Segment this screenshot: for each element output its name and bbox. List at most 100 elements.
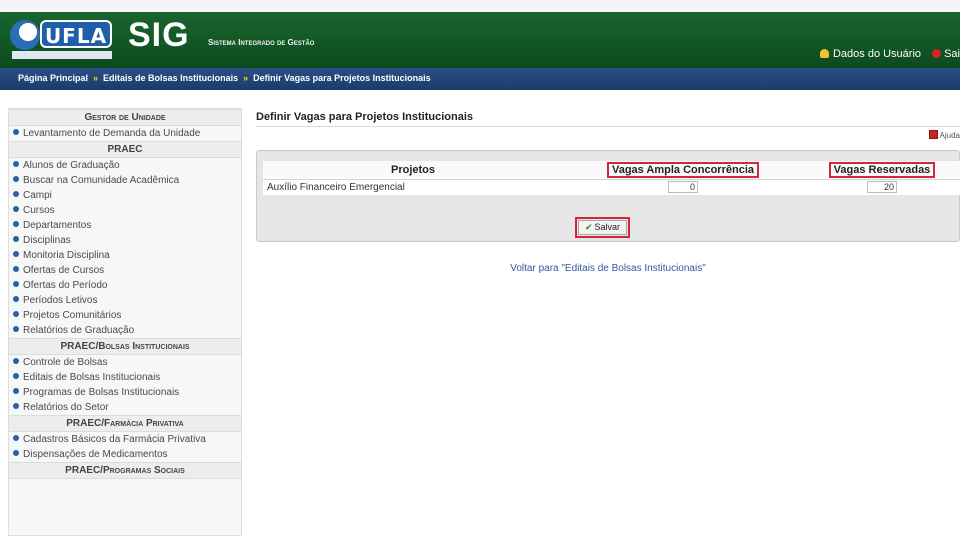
form-panel: Projetos Vagas Ampla Concorrência Vagas … [256,150,960,242]
sidebar-item-editais[interactable]: Editais de Bolsas Institucionais [9,370,241,385]
sidebar-item-label: Cursos [23,205,55,216]
sidebar-item-cadastros-farmacia[interactable]: Cadastros Básicos da Farmácia Privativa [9,432,241,447]
sidebar-item-label: Programas de Bolsas Institucionais [23,387,180,398]
sidebar-menu: Gestor de Unidade Levantamento de Demand… [8,108,242,536]
breadcrumb-current: Definir Vagas para Projetos Instituciona… [253,73,431,83]
sidebar-item-periodos[interactable]: Períodos Letivos [9,293,241,308]
bullet-icon [13,450,19,456]
sidebar-item-relatorios-setor[interactable]: Relatórios do Setor [9,400,241,415]
logo-subtitle-bar [12,51,112,59]
breadcrumb-home[interactable]: Página Principal [18,73,88,83]
col-header-projetos: Projetos [263,161,563,180]
sidebar-item-label: Períodos Letivos [23,295,98,306]
sidebar-item-relatorios-grad[interactable]: Relatórios de Graduação [9,323,241,338]
bullet-icon [13,373,19,379]
project-name-cell: Auxílio Financeiro Emergencial [267,181,405,193]
bullet-icon [13,326,19,332]
bullet-icon [13,129,19,135]
sidebar-item-controle-bolsas[interactable]: Controle de Bolsas [9,355,241,370]
user-links: Dados do Usuário Sai [812,48,960,60]
sidebar-heading-programas-sociais: PRAEC/Programas Sociais [9,462,241,479]
vagas-ampla-input[interactable]: 0 [668,181,698,194]
user-data-label: Dados do Usuário [832,48,922,60]
sidebar-item-buscar[interactable]: Buscar na Comunidade Acadêmica [9,173,241,188]
bullet-icon [13,221,19,227]
col-header-label: Projetos [390,163,435,176]
col-header-vagas-reservadas: Vagas Reservadas [803,161,960,180]
vagas-reservadas-cell: 20 [803,179,960,195]
sidebar-item-label: Relatórios do Setor [23,402,109,413]
bullet-icon [13,388,19,394]
sidebar-item-alunos[interactable]: Alunos de Graduação [9,158,241,173]
main-content: Definir Vagas para Projetos Instituciona… [256,108,960,536]
bullet-icon [13,358,19,364]
vagas-reservadas-input[interactable]: 20 [867,181,897,194]
save-button-highlight: ✔ Salvar [575,217,631,238]
breadcrumb-editais[interactable]: Editais de Bolsas Institucionais [103,73,238,83]
bullet-icon [13,435,19,441]
breadcrumb: Página Principal » Editais de Bolsas Insti… [0,68,960,90]
sidebar-item-campi[interactable]: Campi [9,188,241,203]
bullet-icon [13,251,19,257]
col-header-vagas-ampla: Vagas Ampla Concorrência [563,161,803,180]
sidebar-item-label: Buscar na Comunidade Acadêmica [23,175,180,186]
help-label: Ajuda [939,131,960,140]
sidebar-item-label: Dispensações de Medicamentos [23,449,168,460]
sidebar-item-label: Cadastros Básicos da Farmácia Privativa [23,434,206,445]
sidebar-item-label: Editais de Bolsas Institucionais [23,372,161,383]
save-button[interactable]: ✔ Salvar [578,220,628,235]
table-row: Auxílio Financeiro Emergencial 0 20 [263,179,960,195]
sidebar-item-label: Disciplinas [23,235,71,246]
title-divider [256,126,960,127]
bullet-icon [13,311,19,317]
bullet-icon [13,403,19,409]
vagas-ampla-cell: 0 [563,179,803,195]
bullet-icon [13,161,19,167]
ufla-logo[interactable]: UFLA [10,18,120,62]
sidebar-item-departamentos[interactable]: Departamentos [9,218,241,233]
app-subtitle: Sistema Integrado de Gestão [208,38,315,47]
bullet-icon [13,191,19,197]
sidebar-item-label: Projetos Comunitários [23,310,122,321]
page-title: Definir Vagas para Projetos Instituciona… [256,111,474,123]
sidebar-item-label: Ofertas de Cursos [23,265,105,276]
app-header: UFLA SIG Sistema Integrado de Gestão Dad… [0,0,960,68]
sidebar-heading-bolsas: PRAEC/Bolsas Institucionais [9,338,241,355]
bullet-icon [13,281,19,287]
bullet-icon [13,176,19,182]
sidebar-item-label: Controle de Bolsas [23,357,108,368]
sidebar-heading-farmacia: PRAEC/Farmácia Privativa [9,415,241,432]
sidebar-item-monitoria[interactable]: Monitoria Disciplina [9,248,241,263]
logo-swoosh-icon [10,20,40,50]
check-icon: ✔ [585,222,593,232]
sidebar-item-programas[interactable]: Programas de Bolsas Institucionais [9,385,241,400]
sidebar-item-ofertas-periodo[interactable]: Ofertas do Período [9,278,241,293]
sidebar-item-cursos[interactable]: Cursos [9,203,241,218]
help-icon [928,130,938,139]
sidebar-item-levantamento[interactable]: Levantamento de Demanda da Unidade [9,126,241,141]
sidebar-item-ofertas-cursos[interactable]: Ofertas de Cursos [9,263,241,278]
back-to-editais-link[interactable]: Voltar para "Editais de Bolsas Instituci… [256,263,960,274]
exit-label: Sai [944,48,960,60]
user-data-link[interactable]: Dados do Usuário [819,48,922,60]
breadcrumb-separator: » [243,73,249,83]
sidebar-item-label: Ofertas do Período [23,280,108,291]
browser-strip [0,0,960,12]
sidebar-item-label: Levantamento de Demanda da Unidade [23,128,201,139]
sidebar-item-disciplinas[interactable]: Disciplinas [9,233,241,248]
exit-link[interactable]: Sai [932,48,960,60]
sidebar-item-dispensacoes[interactable]: Dispensações de Medicamentos [9,447,241,462]
sidebar-heading-gestor: Gestor de Unidade [9,109,241,126]
save-label: Salvar [594,222,621,232]
bullet-icon [13,266,19,272]
col-header-label-highlighted: Vagas Ampla Concorrência [606,161,760,178]
logo-text: UFLA [40,20,112,48]
exit-icon [932,49,942,58]
vagas-table: Projetos Vagas Ampla Concorrência Vagas … [263,161,960,195]
sidebar-item-label: Departamentos [23,220,92,231]
sidebar-heading-praec: PRAEC [9,141,241,158]
user-icon [819,49,829,58]
help-link[interactable]: Ajuda [928,130,960,140]
sidebar-item-projetos[interactable]: Projetos Comunitários [9,308,241,323]
bullet-icon [13,236,19,242]
